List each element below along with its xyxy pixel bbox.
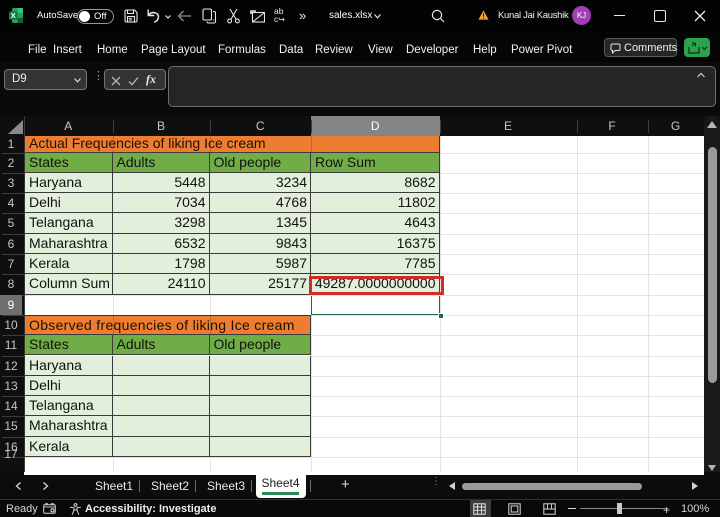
svg-text:X: X xyxy=(11,11,16,20)
